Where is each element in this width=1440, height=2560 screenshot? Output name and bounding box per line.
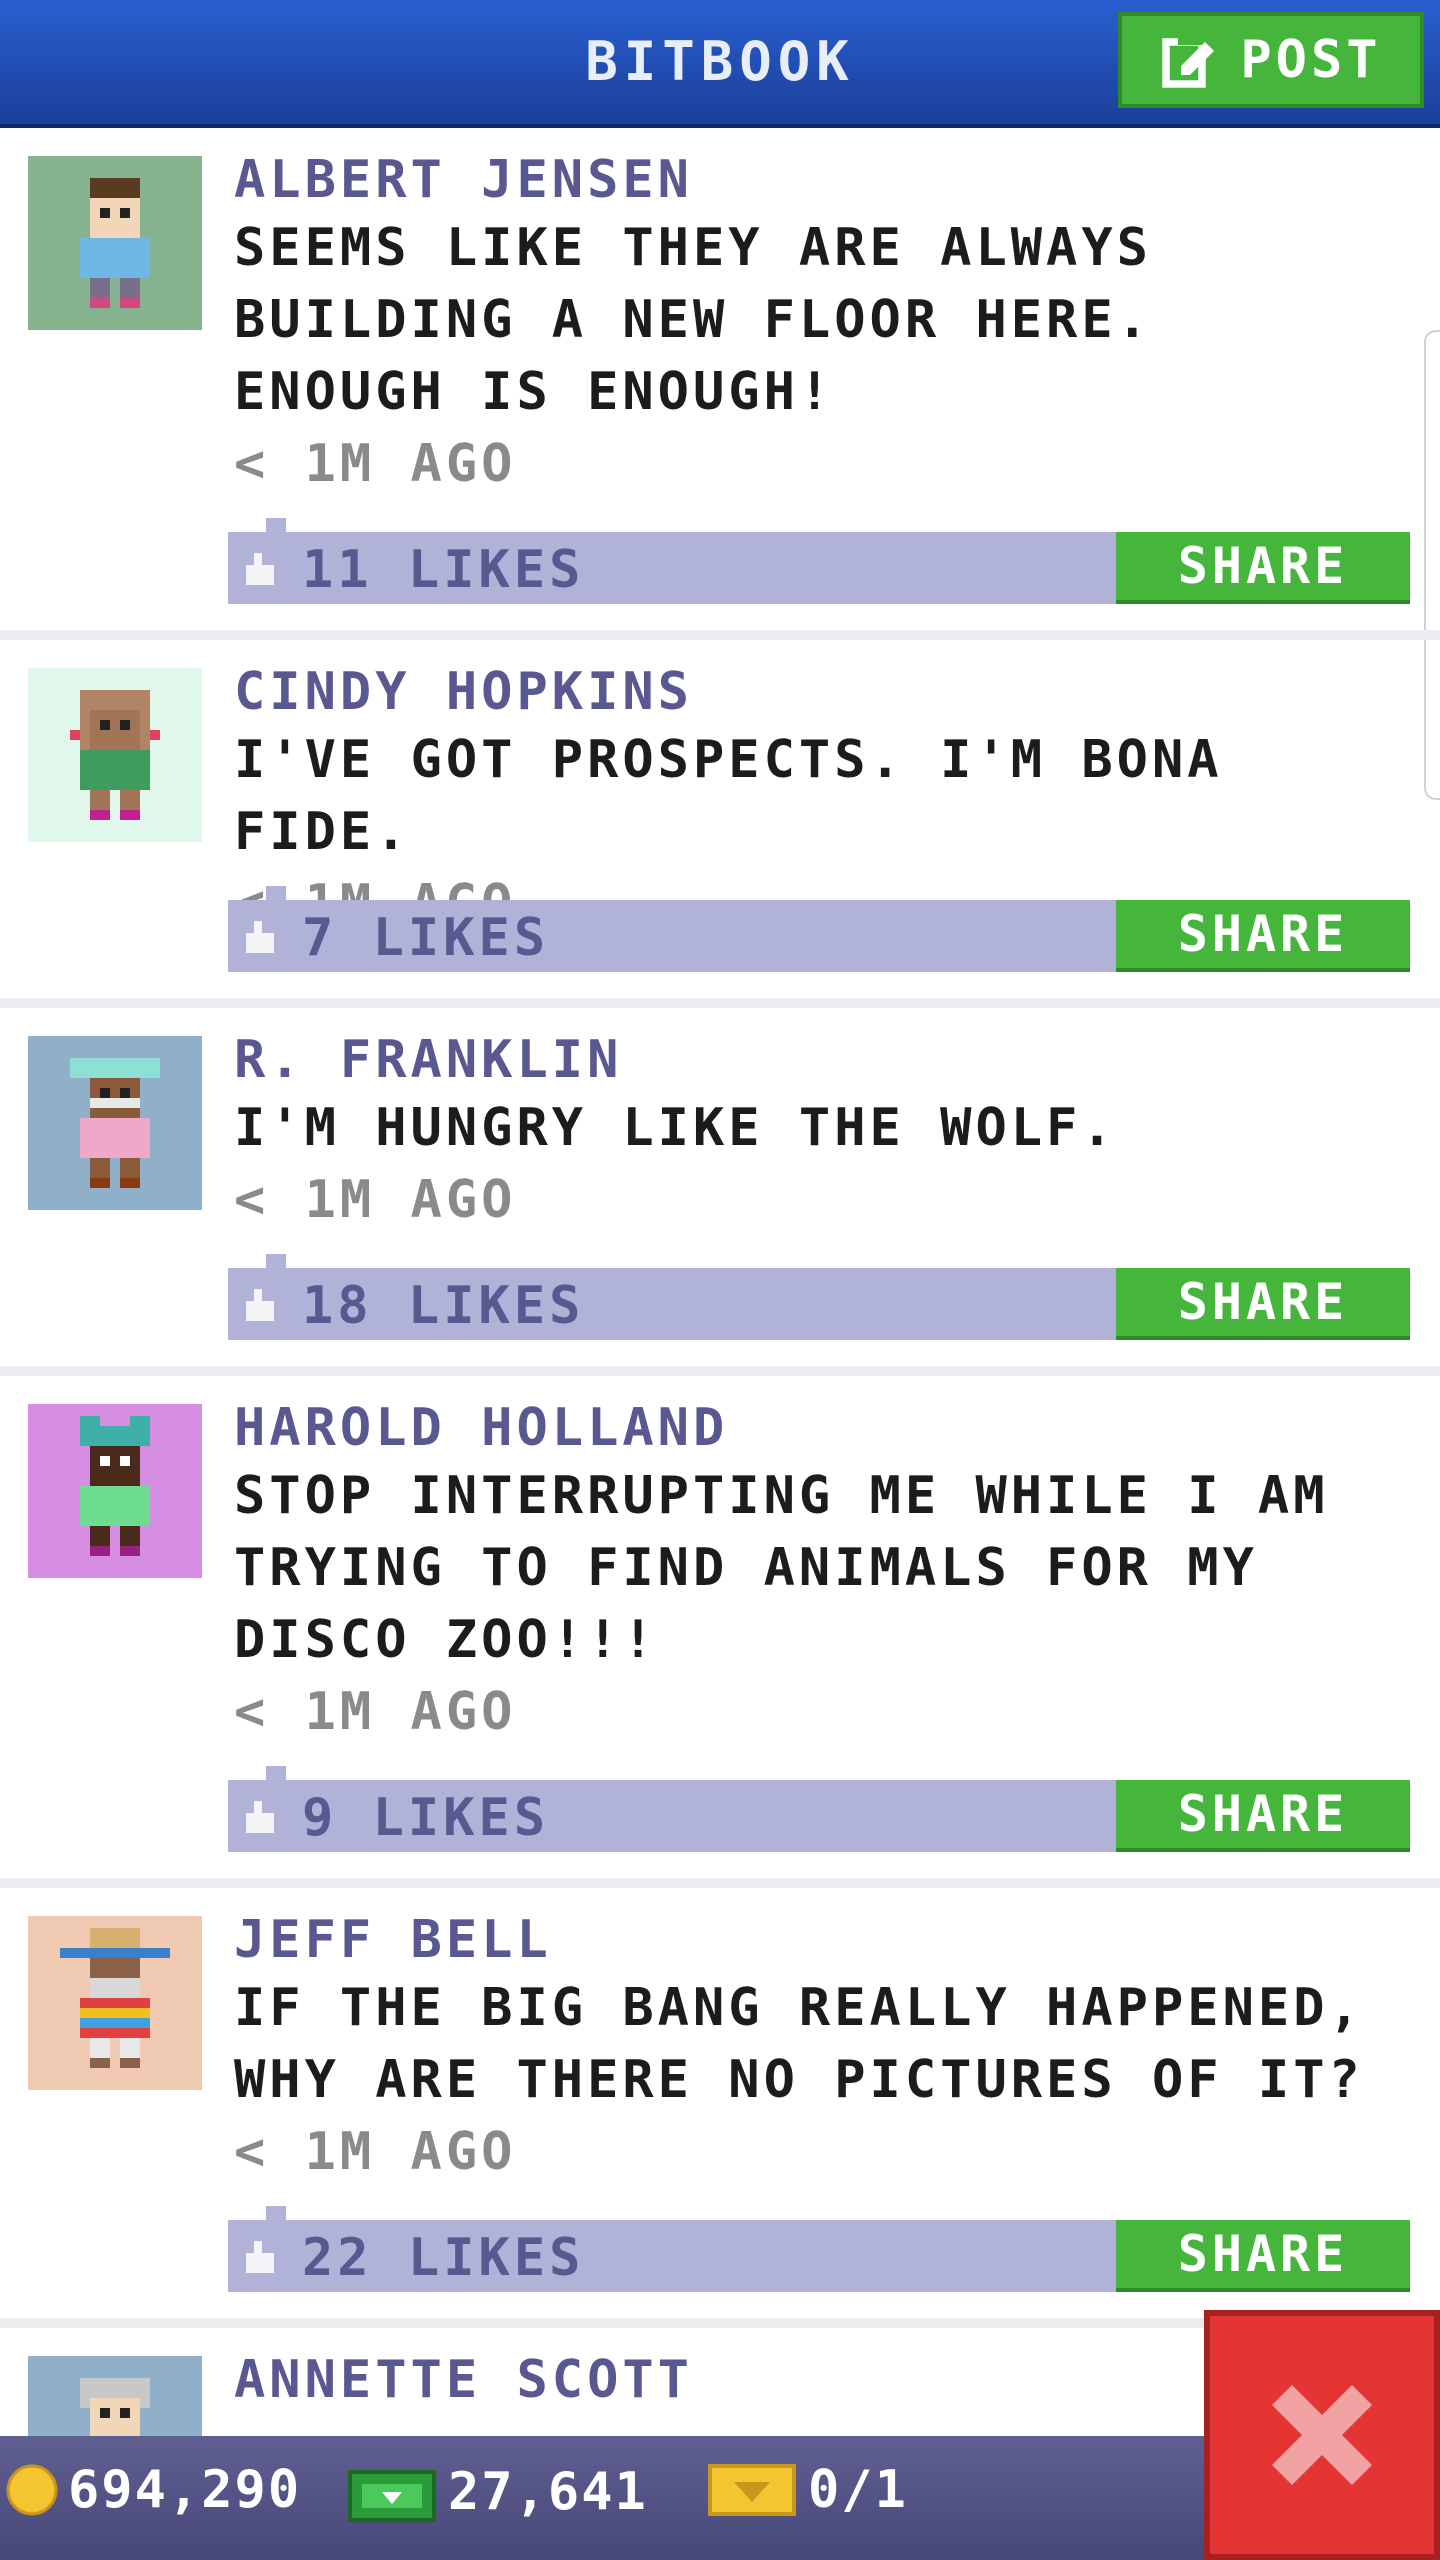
post-item: R. FRANKLIN I'M HUNGRY LIKE THE WOLF. < … — [0, 1008, 1440, 1376]
post-time: < 1M AGO — [234, 2122, 517, 2182]
character-avatar — [60, 1928, 170, 2068]
post-item: HAROLD HOLLAND STOP INTERRUPTING ME WHIL… — [0, 1376, 1440, 1888]
post-time: < 1M AGO — [234, 1682, 517, 1742]
share-button[interactable]: SHARE — [1116, 1780, 1410, 1852]
author-name[interactable]: R. FRANKLIN — [234, 1028, 1394, 1092]
character-avatar — [80, 2378, 150, 2438]
character-avatar — [80, 1416, 150, 1556]
likes-bar[interactable]: 22 LIKES SHARE — [228, 2206, 1410, 2292]
author-name[interactable]: CINDY HOPKINS — [234, 660, 1394, 724]
likes-bar[interactable]: 18 LIKES SHARE — [228, 1254, 1410, 1340]
likes-bar[interactable]: 7 LIKES SHARE — [228, 886, 1410, 972]
post-item: JEFF BELL IF THE BIG BANG REALLY HAPPENE… — [0, 1888, 1440, 2328]
avatar[interactable] — [28, 156, 202, 330]
share-button[interactable]: SHARE — [1116, 2220, 1410, 2292]
like-count: 11 LIKES — [302, 540, 585, 600]
post-item: ALBERT JENSEN SEEMS LIKE THEY ARE ALWAYS… — [0, 128, 1440, 640]
ticket-icon — [708, 2464, 796, 2516]
bux-icon — [348, 2470, 436, 2522]
app-header: BITBOOK POST — [0, 0, 1440, 128]
close-button[interactable] — [1204, 2310, 1440, 2560]
author-name[interactable]: HAROLD HOLLAND — [234, 1396, 1394, 1460]
avatar[interactable] — [28, 1036, 202, 1210]
bux-value: 27,641 — [448, 2462, 648, 2522]
coin-icon — [6, 2464, 58, 2516]
like-count: 9 LIKES — [302, 1788, 550, 1848]
post-text: I'VE GOT PROSPECTS. I'M BONA FIDE. — [234, 730, 1223, 862]
thumbs-up-icon — [246, 1289, 274, 1321]
character-avatar — [70, 690, 160, 820]
share-button[interactable]: SHARE — [1116, 532, 1410, 604]
avatar[interactable] — [28, 1916, 202, 2090]
character-avatar — [70, 1058, 160, 1188]
likes-bar[interactable]: 9 LIKES SHARE — [228, 1766, 1410, 1852]
like-count: 18 LIKES — [302, 1276, 585, 1336]
post-text: I'M HUNGRY LIKE THE WOLF. — [234, 1098, 1117, 1158]
thumbs-up-icon — [246, 921, 274, 953]
edit-icon — [1162, 33, 1215, 88]
post-time: < 1M AGO — [234, 1170, 517, 1230]
likes-bar[interactable]: 11 LIKES SHARE — [228, 518, 1410, 604]
like-count: 22 LIKES — [302, 2228, 585, 2288]
post-time: < 1M AGO — [234, 434, 517, 494]
thumbs-up-icon — [246, 2241, 274, 2273]
post-text: STOP INTERRUPTING ME WHILE I AM TRYING T… — [234, 1466, 1329, 1670]
author-name[interactable]: ALBERT JENSEN — [234, 148, 1394, 212]
thumbs-up-icon — [246, 1801, 274, 1833]
avatar[interactable] — [28, 2356, 202, 2438]
tickets-value: 0/1 — [808, 2460, 908, 2520]
post-item: CINDY HOPKINS I'VE GOT PROSPECTS. I'M BO… — [0, 640, 1440, 1008]
tickets-stat: 0/1 — [706, 2460, 908, 2520]
post-text: IF THE BIG BANG REALLY HAPPENED, WHY ARE… — [234, 1978, 1364, 2110]
coins-stat: 694,290 — [6, 2460, 301, 2520]
close-icon — [1272, 2385, 1372, 2485]
coins-value: 694,290 — [68, 2460, 302, 2520]
like-count: 7 LIKES — [302, 908, 550, 968]
avatar[interactable] — [28, 1404, 202, 1578]
post-button[interactable]: POST — [1118, 12, 1424, 108]
bux-stat: 27,641 — [346, 2460, 648, 2524]
author-name[interactable]: JEFF BELL — [234, 1908, 1394, 1972]
thumbs-up-icon — [246, 553, 274, 585]
post-text: SEEMS LIKE THEY ARE ALWAYS BUILDING A NE… — [234, 218, 1152, 422]
share-button[interactable]: SHARE — [1116, 900, 1410, 972]
post-button-label: POST — [1240, 30, 1382, 90]
share-button[interactable]: SHARE — [1116, 1268, 1410, 1340]
avatar[interactable] — [28, 668, 202, 842]
feed[interactable]: ALBERT JENSEN SEEMS LIKE THEY ARE ALWAYS… — [0, 128, 1440, 2438]
character-avatar — [80, 178, 150, 308]
